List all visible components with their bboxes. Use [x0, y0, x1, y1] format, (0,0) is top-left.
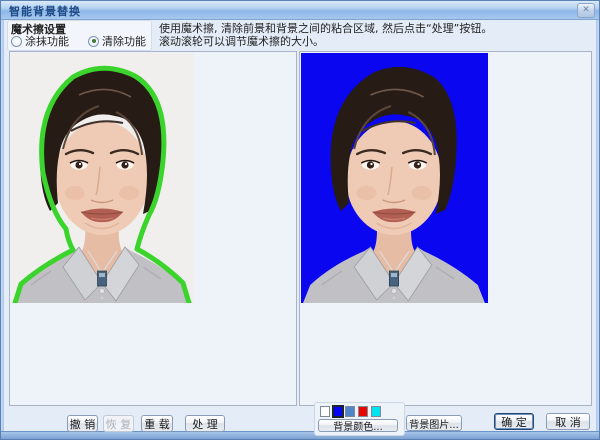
radio-circle-icon	[88, 36, 99, 47]
radio-circle-icon	[11, 36, 22, 47]
ok-button[interactable]: 确 定	[494, 413, 534, 430]
instruction-line-2: 滚动滚轮可以调节魔术擦的大小。	[159, 35, 492, 48]
instruction-text: 使用魔术擦, 清除前景和背景之间的粘合区域, 然后点击“处理”按钮。 滚动滚轮可…	[159, 22, 492, 48]
radio-smear-mode[interactable]: 涂抹功能	[11, 35, 69, 47]
radio-erase-label: 清除功能	[102, 33, 146, 49]
bg-swatch-blue[interactable]	[332, 405, 344, 418]
cancel-button[interactable]: 取 消	[546, 413, 590, 430]
window-edge-bottom	[1, 431, 599, 439]
radio-erase-mode[interactable]: 清除功能	[88, 35, 146, 47]
window-edge-left	[1, 19, 4, 439]
instruction-line-1: 使用魔术擦, 清除前景和背景之间的粘合区域, 然后点击“处理”按钮。	[159, 22, 492, 35]
result-photo-preview	[301, 53, 488, 303]
magic-eraser-settings-group: 魔术擦设置 涂抹功能 清除功能	[7, 20, 152, 51]
bg-swatch-cyan[interactable]	[371, 406, 381, 417]
title-bar[interactable]: 智能背景替换 ✕	[1, 1, 599, 20]
window-edge-right	[596, 19, 599, 439]
source-preview-panel	[9, 51, 297, 406]
bg-swatch-red[interactable]	[358, 406, 368, 417]
reload-button[interactable]: 重 载	[141, 415, 173, 432]
result-preview-panel	[299, 51, 592, 406]
window-title: 智能背景替换	[9, 3, 81, 19]
bg-swatch-white[interactable]	[320, 406, 330, 417]
bg-swatch-steel-blue[interactable]	[345, 406, 355, 417]
source-photo-canvas[interactable]	[11, 53, 194, 303]
background-image-button[interactable]: 背景图片...	[406, 415, 462, 431]
radio-smear-label: 涂抹功能	[25, 33, 69, 49]
background-color-button[interactable]: 背景颜色...	[318, 419, 398, 432]
dialog-window: 智能背景替换 ✕ 魔术擦设置 涂抹功能 清除功能 使用魔术擦, 清除前景和背景之…	[0, 0, 600, 440]
close-icon[interactable]: ✕	[577, 3, 595, 18]
undo-button[interactable]: 撤 销	[67, 415, 98, 432]
process-button[interactable]: 处 理	[185, 415, 225, 432]
redo-button[interactable]: 恢 复	[103, 415, 134, 432]
